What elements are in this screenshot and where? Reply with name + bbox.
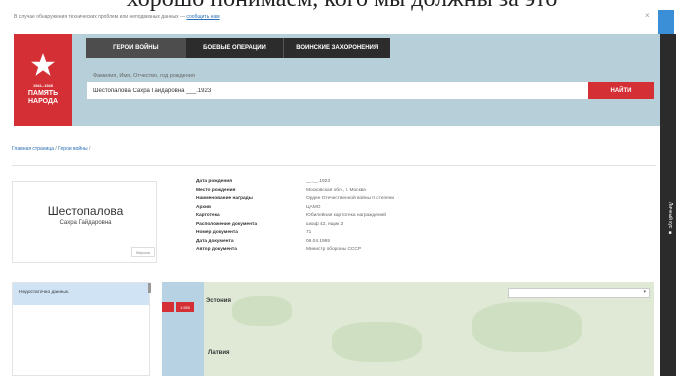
map-marker[interactable]	[162, 302, 174, 312]
detail-label: Номер документа	[196, 230, 238, 235]
detail-label: Наименование награды	[196, 196, 253, 201]
tab-burials[interactable]: Воинские захоронения	[283, 38, 390, 58]
main-nav: Герои войны Боевые операции Воинские зах…	[86, 38, 390, 58]
info-panel-text: Недостаточно данных.	[19, 290, 70, 295]
map-area	[232, 296, 292, 326]
map-area	[332, 322, 422, 362]
breadcrumb-tail: /	[88, 146, 91, 152]
detail-row: Автор документа Министр обороны СССР	[196, 247, 456, 255]
panel-scrollbar[interactable]	[148, 283, 151, 293]
detail-value: Министр обороны СССР	[306, 247, 362, 252]
search-hint: Фамилия, Имя, Отчество, год рождения	[93, 73, 195, 79]
divider	[12, 165, 656, 166]
notice-text: В случае обнаружения технических проблем…	[14, 14, 186, 20]
tab-heroes[interactable]: Герои войны	[86, 38, 186, 58]
caption-strip: хорошо понимаем, кого мы должны за это	[0, 0, 684, 12]
caption-text: хорошо понимаем, кого мы должны за это	[0, 0, 684, 11]
search-input[interactable]	[87, 82, 588, 99]
breadcrumb: Главная страница / Герои войны /	[12, 146, 90, 152]
map-label-estonia: Эстония	[206, 298, 231, 304]
corner-button[interactable]	[658, 10, 674, 34]
detail-value: Московская обл., г. Москва	[306, 187, 366, 193]
detail-label: Автор документа	[196, 247, 237, 252]
detail-label: Картотека	[196, 213, 220, 218]
map[interactable]: 1:550 Эстония Латвия ▾	[162, 282, 654, 376]
detail-value: 71	[306, 230, 312, 235]
notice-report-link[interactable]: сообщить нам	[186, 14, 219, 20]
detail-value: Юбилейная картотека награждений	[306, 213, 386, 218]
detail-row: Наименование награды Орден Отечественной…	[196, 196, 456, 204]
detail-row: Номер документа 71	[196, 230, 456, 238]
notice-close-icon[interactable]: ×	[645, 11, 650, 20]
search-button[interactable]: НАЙТИ	[588, 82, 654, 99]
detail-row: Архив ЦАМО	[196, 205, 456, 213]
detail-row: Место рождения Московская обл., г. Москв…	[196, 188, 456, 196]
right-sidebar[interactable]: Личный кус ■	[660, 34, 676, 376]
person-surname: Шестопалова	[47, 204, 124, 218]
detail-row: Дата рождения __.__.1923	[196, 179, 456, 187]
detail-value: ЦАМО	[306, 204, 321, 210]
info-panel: Недостаточно данных.	[12, 282, 150, 376]
sidebar-label[interactable]: Личный кус ■	[663, 202, 673, 236]
person-card: Шестопалова Сахра Гайдаровна Версия	[12, 181, 157, 263]
info-panel-header[interactable]: Недостаточно данных.	[13, 283, 149, 305]
star-icon	[31, 53, 55, 76]
detail-label: Дата документа	[196, 238, 234, 244]
detail-label: Архив	[196, 204, 211, 210]
detail-label: Расположение документа	[196, 221, 257, 227]
map-scale: 1:550	[176, 302, 194, 312]
detail-row: Дата документа 06.04.1985	[196, 239, 456, 247]
breadcrumb-home[interactable]: Главная страница	[12, 146, 54, 152]
map-water	[162, 282, 204, 376]
tab-operations[interactable]: Боевые операции	[186, 38, 284, 58]
detail-label: Дата рождения	[196, 179, 232, 184]
detail-value: Орден Отечественной войны II степени	[306, 196, 395, 201]
logo[interactable]: 1941–1945 ПАМЯТЬ НАРОДА	[14, 34, 72, 126]
logo-text: 1941–1945 ПАМЯТЬ НАРОДА	[18, 82, 68, 106]
print-button[interactable]: Версия	[131, 247, 155, 257]
chevron-down-icon: ▾	[643, 289, 646, 295]
logo-years: 1941–1945	[32, 83, 54, 88]
detail-value: 06.04.1985	[306, 238, 331, 244]
detail-value: __.__.1923	[306, 179, 331, 184]
detail-label: Место рождения	[196, 187, 236, 193]
breadcrumb-heroes[interactable]: Герои войны	[58, 146, 87, 152]
notice-bar: В случае обнаружения технических проблем…	[14, 14, 220, 20]
detail-value: шкаф 42, ящик 2	[306, 221, 344, 227]
detail-row: Расположение документа шкаф 42, ящик 2	[196, 222, 456, 230]
logo-title: ПАМЯТЬ НАРОДА	[27, 90, 59, 105]
person-name: Сахра Гайдаровна	[59, 220, 112, 226]
map-area	[472, 302, 582, 352]
breadcrumb-separator: /	[55, 146, 57, 152]
map-search-input[interactable]: ▾	[508, 288, 650, 298]
detail-row: Картотека Юбилейная картотека награждени…	[196, 213, 456, 221]
map-label-latvia: Латвия	[208, 350, 230, 356]
